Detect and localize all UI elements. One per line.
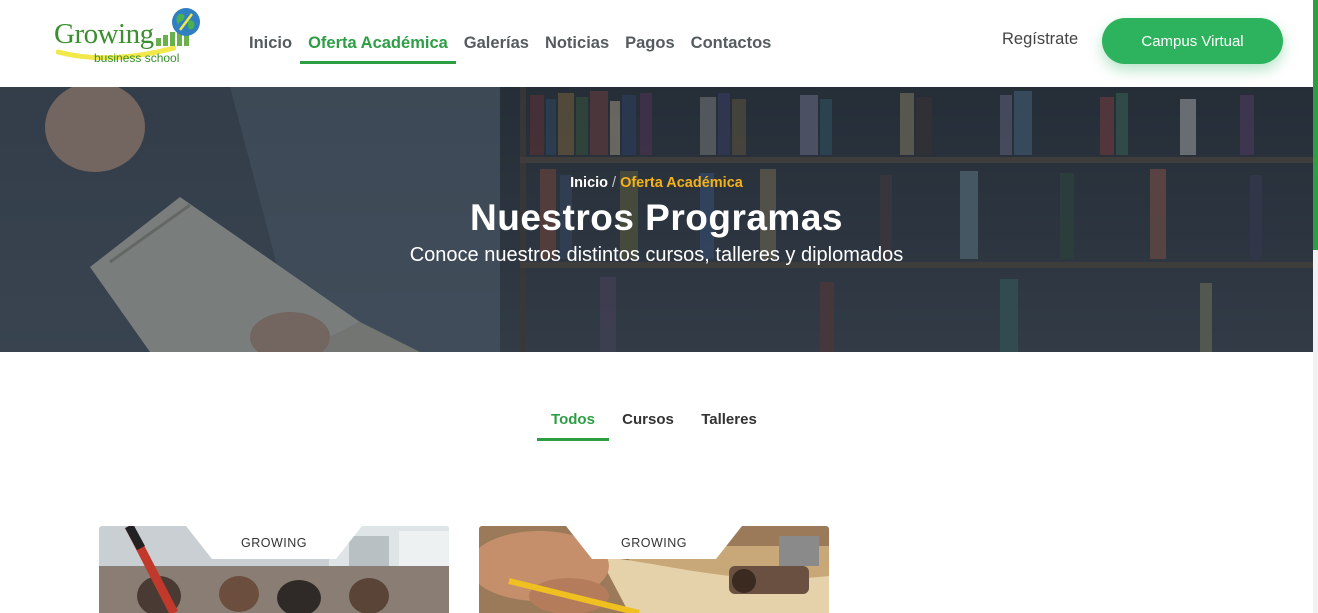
hero-content: Inicio / Oferta Académica Nuestros Program… xyxy=(0,87,1313,352)
main-nav: Inicio Oferta Académica Galerías Noticia… xyxy=(241,0,779,87)
program-filter-tabs: Todos Cursos Talleres xyxy=(537,397,771,441)
breadcrumb-current: Oferta Académica xyxy=(620,175,743,191)
brand-tagline: business school xyxy=(94,51,180,65)
nav-item-inicio[interactable]: Inicio xyxy=(241,0,300,87)
brand-logo[interactable]: Growing business school xyxy=(52,6,202,68)
program-tag: GROWING xyxy=(566,526,742,559)
breadcrumb-separator: / xyxy=(612,175,617,191)
program-card[interactable]: GROWING xyxy=(99,526,449,613)
nav-item-contactos[interactable]: Contactos xyxy=(683,0,780,87)
site-header: Growing business school Inicio Oferta Ac… xyxy=(0,0,1313,87)
globe-icon xyxy=(172,8,200,36)
page-title: Nuestros Programas xyxy=(470,197,843,238)
brand-name: Growing xyxy=(54,18,154,50)
nav-item-noticias[interactable]: Noticias xyxy=(537,0,617,87)
tab-todos[interactable]: Todos xyxy=(537,397,609,441)
program-tag-label: GROWING xyxy=(241,536,307,550)
breadcrumb: Inicio / Oferta Académica xyxy=(0,175,1313,191)
breadcrumb-home-link[interactable]: Inicio xyxy=(570,175,608,191)
nav-item-galerias[interactable]: Galerías xyxy=(456,0,537,87)
register-link[interactable]: Regístrate xyxy=(1002,30,1078,49)
program-tag: GROWING xyxy=(186,526,362,559)
tab-cursos[interactable]: Cursos xyxy=(609,397,687,441)
nav-item-oferta-academica[interactable]: Oferta Académica xyxy=(300,0,456,87)
page-scrollbar[interactable] xyxy=(1313,0,1318,613)
scrollbar-thumb[interactable] xyxy=(1313,0,1318,250)
nav-item-pagos[interactable]: Pagos xyxy=(617,0,683,87)
hero-banner: Inicio / Oferta Académica Nuestros Program… xyxy=(0,87,1313,352)
campus-virtual-button[interactable]: Campus Virtual xyxy=(1102,18,1283,64)
program-tag-label: GROWING xyxy=(621,536,687,550)
tab-talleres[interactable]: Talleres xyxy=(687,397,771,441)
program-card[interactable]: GROWING xyxy=(479,526,829,613)
page-subtitle: Conoce nuestros distintos cursos, taller… xyxy=(409,244,904,266)
